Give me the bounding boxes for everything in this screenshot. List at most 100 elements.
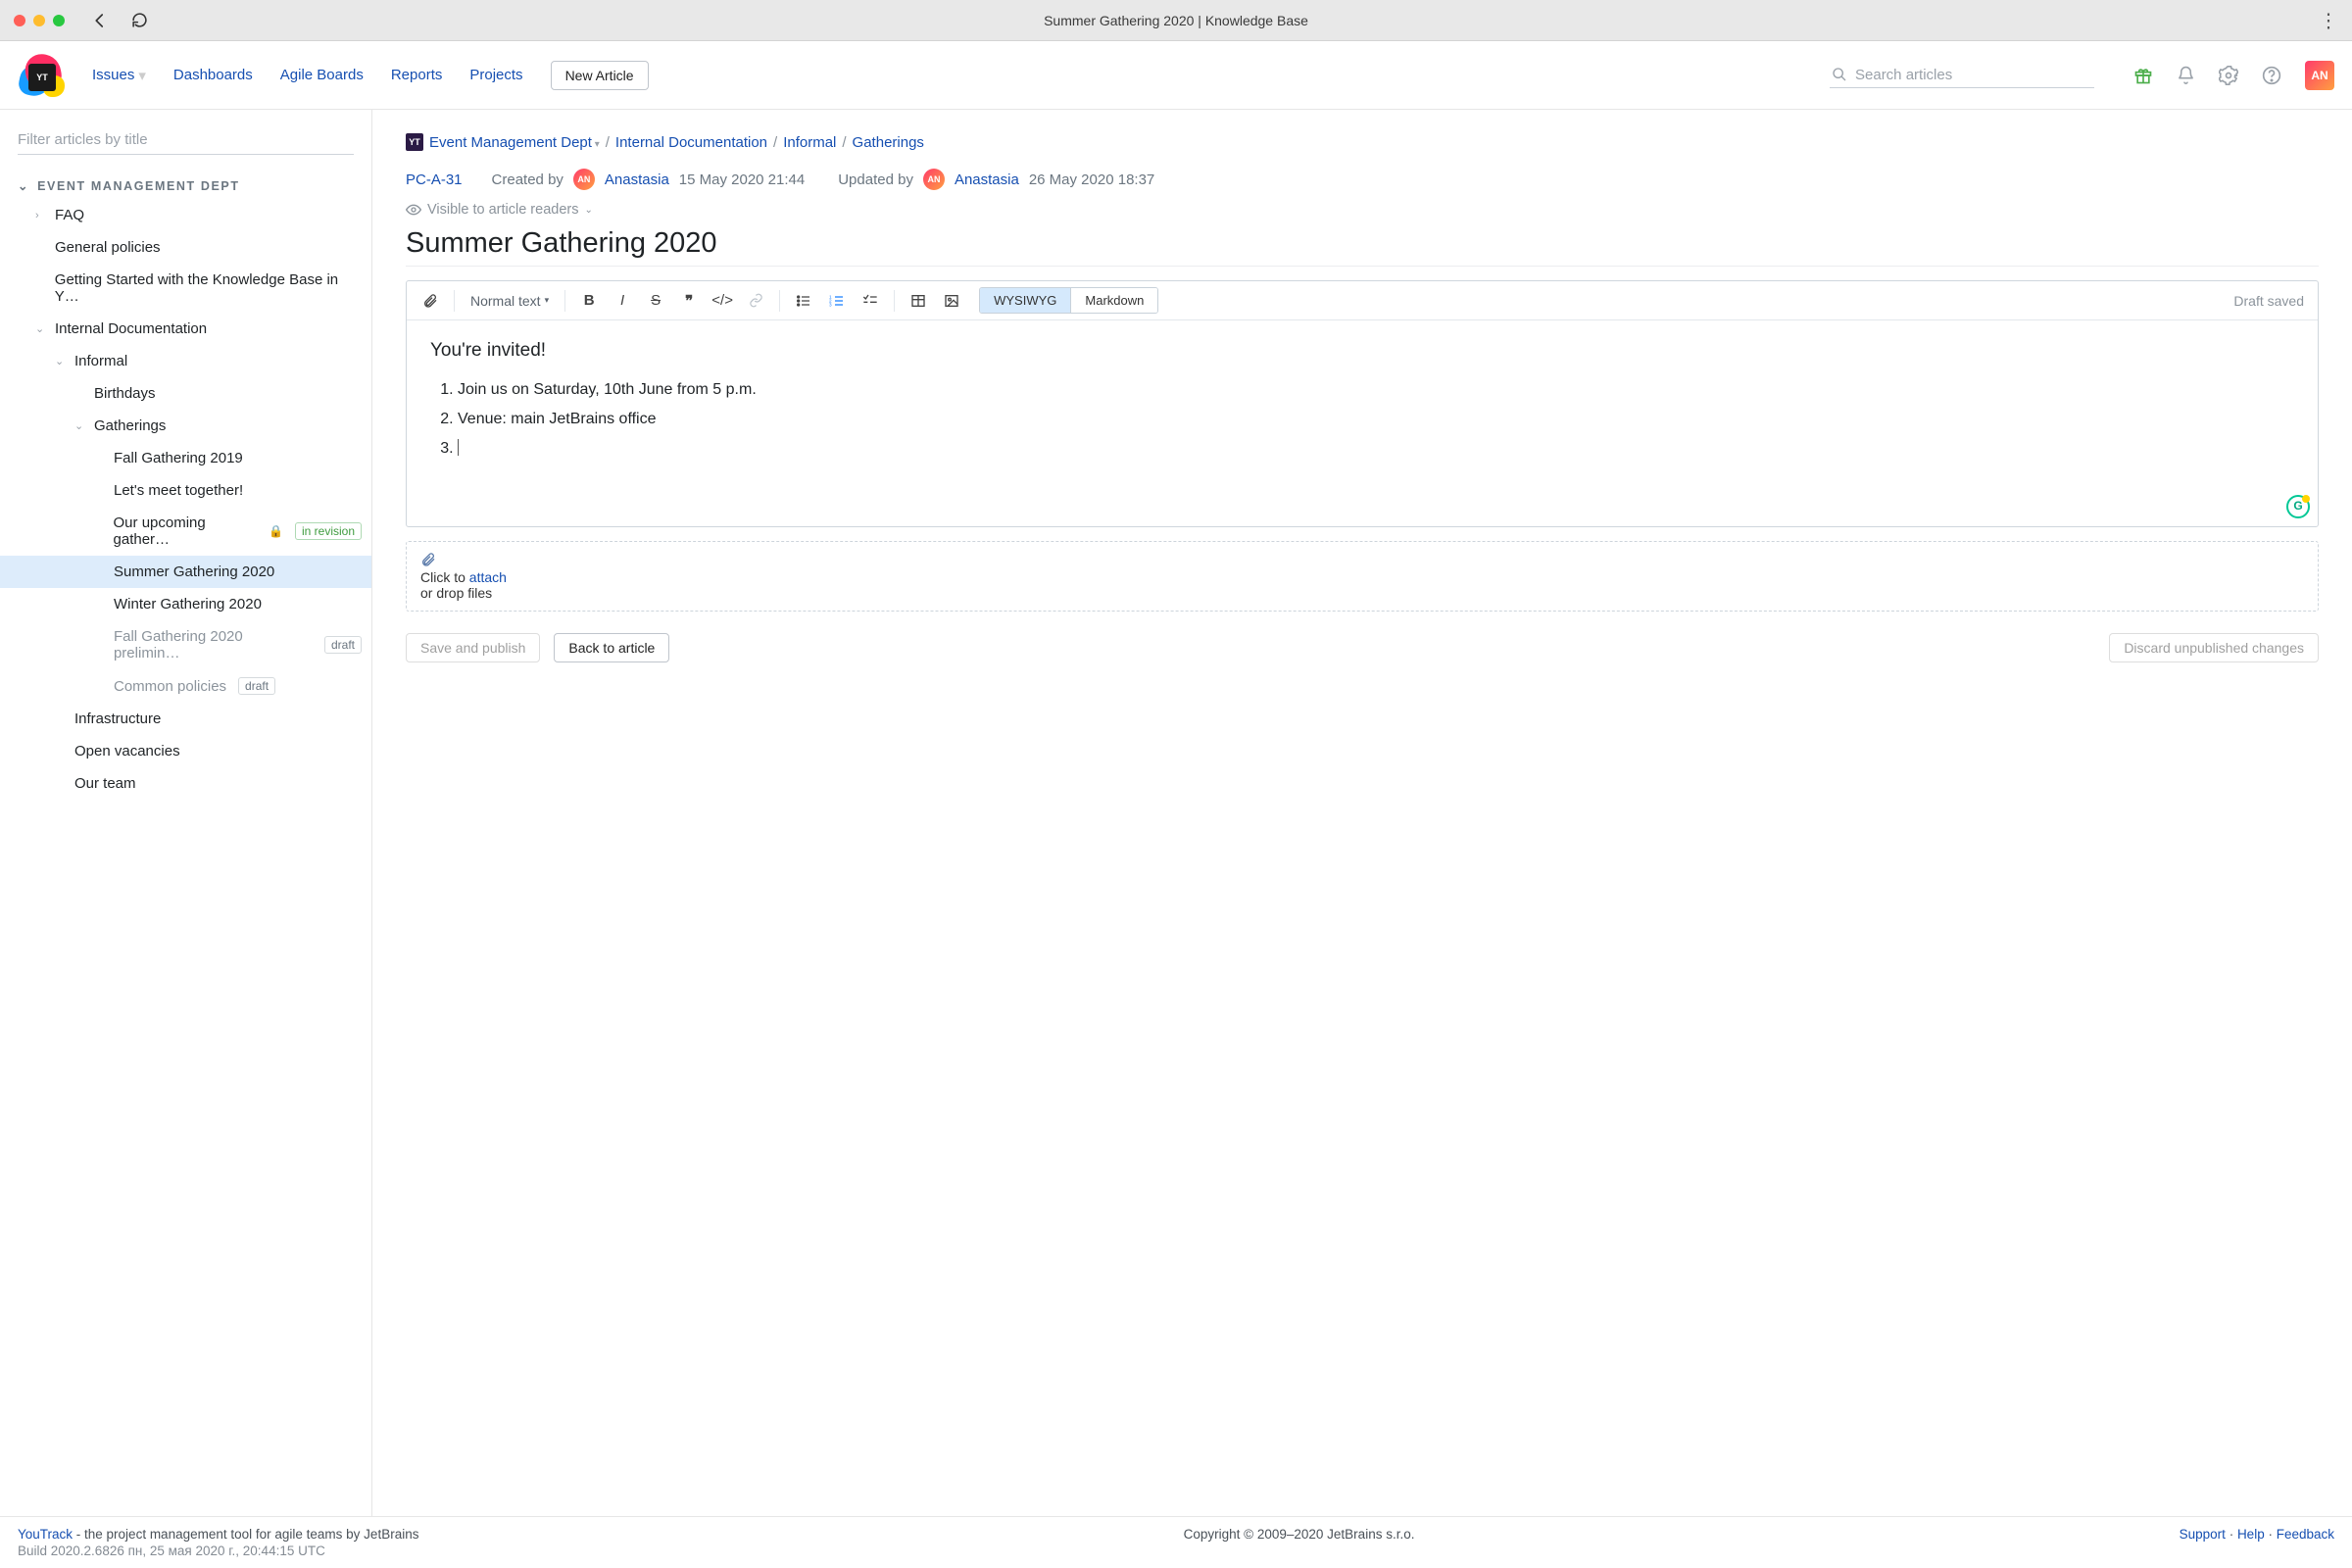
- sidebar-item-our-team[interactable]: Our team: [0, 767, 371, 800]
- footer-support[interactable]: Support: [2180, 1527, 2226, 1542]
- back-to-article-button[interactable]: Back to article: [554, 633, 669, 662]
- updated-by-label: Updated by: [838, 172, 913, 188]
- ordered-list-icon[interactable]: 123: [823, 288, 851, 314]
- breadcrumb-gatherings[interactable]: Gatherings: [853, 134, 924, 151]
- sidebar-item-general-policies[interactable]: General policies: [0, 231, 371, 264]
- search-input[interactable]: [1855, 67, 2092, 83]
- wysiwyg-mode-button[interactable]: WYSIWYG: [980, 288, 1070, 313]
- nav-reports[interactable]: Reports: [391, 67, 443, 83]
- nav-agile-boards[interactable]: Agile Boards: [280, 67, 364, 83]
- text-cursor: [458, 439, 459, 456]
- chevron-down-icon: ⌄: [55, 355, 69, 368]
- editor-body[interactable]: You're invited! Join us on Saturday, 10t…: [407, 320, 2318, 526]
- sidebar-item-getting-started[interactable]: Getting Started with the Knowledge Base …: [0, 264, 371, 313]
- sidebar-item-summer-2020[interactable]: Summer Gathering 2020: [0, 556, 371, 588]
- sidebar-item-faq[interactable]: ›FAQ: [0, 199, 371, 231]
- sidebar-item-open-vacancies[interactable]: Open vacancies: [0, 735, 371, 767]
- search-field[interactable]: [1830, 63, 2094, 88]
- breadcrumb-root[interactable]: Event Management Dept: [429, 134, 600, 151]
- attachment-dropzone[interactable]: Click to attach or drop files: [406, 541, 2319, 612]
- updater-name[interactable]: Anastasia: [955, 172, 1019, 188]
- youtrack-logo[interactable]: YT: [18, 52, 65, 99]
- footer-build: Build 2020.2.6826 пн, 25 мая 2020 г., 20…: [18, 1544, 418, 1558]
- markdown-mode-button[interactable]: Markdown: [1070, 288, 1157, 313]
- creator-avatar[interactable]: AN: [573, 169, 595, 190]
- draft-status: Draft saved: [2233, 293, 2308, 309]
- checklist-icon[interactable]: [857, 288, 884, 314]
- visibility-selector[interactable]: Visible to article readers ⌄: [406, 202, 2319, 218]
- draft-badge: draft: [324, 636, 362, 654]
- breadcrumb-internal-doc[interactable]: Internal Documentation: [615, 134, 767, 151]
- creator-name[interactable]: Anastasia: [605, 172, 669, 188]
- grammarly-icon[interactable]: G: [2286, 495, 2310, 518]
- zoom-window-icon[interactable]: [53, 15, 65, 26]
- article-title[interactable]: Summer Gathering 2020: [406, 227, 2319, 267]
- new-article-button[interactable]: New Article: [551, 61, 649, 90]
- sidebar-item-fall-2020-prelim[interactable]: Fall Gathering 2020 prelimin… draft: [0, 620, 371, 669]
- nav-projects[interactable]: Projects: [469, 67, 522, 83]
- bullet-list-icon[interactable]: [790, 288, 817, 314]
- save-publish-button[interactable]: Save and publish: [406, 633, 540, 662]
- paperclip-icon: [420, 552, 2304, 567]
- back-button[interactable]: [86, 7, 114, 34]
- content-area: YT Event Management Dept / Internal Docu…: [372, 110, 2352, 1516]
- window-controls: [14, 15, 65, 26]
- link-icon[interactable]: [742, 288, 769, 314]
- window-titlebar: Summer Gathering 2020 | Knowledge Base ⋮: [0, 0, 2352, 41]
- bold-icon[interactable]: B: [575, 288, 603, 314]
- footer-left: YouTrack - the project management tool f…: [18, 1527, 418, 1558]
- window-title: Summer Gathering 2020 | Knowledge Base: [0, 13, 2352, 28]
- italic-icon[interactable]: I: [609, 288, 636, 314]
- chevron-down-icon: ⌄: [74, 419, 88, 432]
- sidebar-item-internal-documentation[interactable]: ⌄Internal Documentation: [0, 313, 371, 345]
- user-avatar[interactable]: AN: [2305, 61, 2334, 90]
- sidebar-item-lets-meet[interactable]: Let's meet together!: [0, 474, 371, 507]
- reload-button[interactable]: [125, 7, 153, 34]
- close-window-icon[interactable]: [14, 15, 25, 26]
- sidebar-item-informal[interactable]: ⌄Informal: [0, 345, 371, 377]
- attach-link[interactable]: attach: [469, 569, 507, 585]
- article-id[interactable]: PC-A-31: [406, 172, 463, 188]
- sidebar-item-gatherings[interactable]: ⌄Gatherings: [0, 410, 371, 442]
- editor-toolbar: Normal text▾ B I S ❞ </> 123: [407, 281, 2318, 320]
- nav-dashboards[interactable]: Dashboards: [173, 67, 253, 83]
- attach-pre: Click to: [420, 569, 469, 585]
- visibility-label: Visible to article readers: [427, 202, 578, 218]
- created-date: 15 May 2020 21:44: [679, 172, 805, 188]
- gift-icon[interactable]: [2133, 66, 2153, 85]
- footer-feedback[interactable]: Feedback: [2277, 1527, 2334, 1542]
- sidebar-tree: ›FAQ General policies Getting Started wi…: [0, 199, 371, 800]
- updater-avatar[interactable]: AN: [923, 169, 945, 190]
- in-revision-badge: in revision: [295, 522, 362, 540]
- chevron-down-icon: ⌄: [18, 178, 29, 193]
- sidebar-section-header[interactable]: ⌄ EVENT MANAGEMENT DEPT: [0, 172, 371, 199]
- sidebar: ⌄ EVENT MANAGEMENT DEPT ›FAQ General pol…: [0, 110, 372, 1516]
- footer-help[interactable]: Help: [2237, 1527, 2265, 1542]
- breadcrumb-informal[interactable]: Informal: [783, 134, 836, 151]
- code-icon[interactable]: </>: [709, 288, 736, 314]
- sidebar-item-fall-2019[interactable]: Fall Gathering 2019: [0, 442, 371, 474]
- attach-icon[interactable]: [416, 288, 444, 314]
- gear-icon[interactable]: [2219, 66, 2238, 85]
- sidebar-item-common-policies[interactable]: Common policies draft: [0, 669, 371, 703]
- strike-icon[interactable]: S: [642, 288, 669, 314]
- help-icon[interactable]: [2262, 66, 2281, 85]
- block-style-dropdown[interactable]: Normal text▾: [465, 289, 555, 313]
- table-icon[interactable]: [905, 288, 932, 314]
- article-meta: PC-A-31 Created by AN Anastasia 15 May 2…: [406, 169, 2319, 190]
- filter-input[interactable]: [18, 125, 354, 155]
- footer-app-link[interactable]: YouTrack: [18, 1527, 73, 1542]
- image-icon[interactable]: [938, 288, 965, 314]
- overflow-menu-icon[interactable]: ⋮: [2319, 8, 2338, 32]
- svg-text:3: 3: [829, 302, 832, 307]
- sidebar-item-winter-2020[interactable]: Winter Gathering 2020: [0, 588, 371, 620]
- bell-icon[interactable]: [2177, 66, 2195, 84]
- sidebar-item-infrastructure[interactable]: Infrastructure: [0, 703, 371, 735]
- sidebar-item-upcoming[interactable]: Our upcoming gather… 🔒 in revision: [0, 507, 371, 556]
- nav-issues[interactable]: Issues ▾: [92, 67, 146, 84]
- minimize-window-icon[interactable]: [33, 15, 45, 26]
- browser-nav: [86, 7, 153, 34]
- quote-icon[interactable]: ❞: [675, 288, 703, 314]
- sidebar-item-birthdays[interactable]: Birthdays: [0, 377, 371, 410]
- discard-changes-button[interactable]: Discard unpublished changes: [2109, 633, 2319, 662]
